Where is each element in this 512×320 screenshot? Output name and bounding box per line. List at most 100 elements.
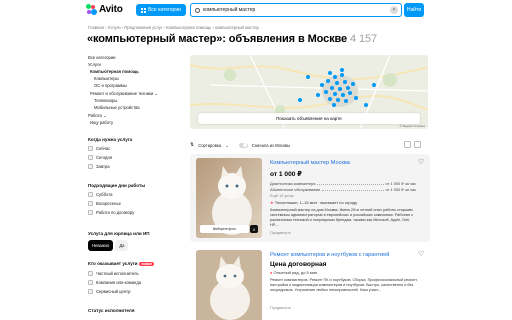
- map-copyright: © Яндекс Условия: [399, 124, 425, 128]
- rating-star-icon: ★: [270, 200, 274, 205]
- checkbox-saturday[interactable]: [88, 192, 93, 197]
- chevron-down-icon: ⌄: [103, 113, 107, 118]
- legal-option-yes[interactable]: Да: [115, 240, 129, 251]
- page-title-text: «компьютерный мастер»: объявления в Моск…: [87, 33, 348, 45]
- checkbox-tomorrow[interactable]: [88, 164, 93, 169]
- category-repair-label: Ремонт и обслуживание техники: [90, 91, 154, 96]
- listing-photo[interactable]: [196, 250, 262, 320]
- rating-star-icon: ●: [270, 270, 273, 275]
- checkbox-tomorrow-label: Завтра: [96, 164, 110, 169]
- provider-title-text: Кто оказывает услуги: [88, 261, 138, 266]
- grid-view-icon[interactable]: [414, 141, 421, 148]
- promoted-label: Продвинуто: [270, 231, 292, 235]
- page-title: «компьютерный мастер»: объявления в Моск…: [87, 33, 377, 45]
- category-work[interactable]: Работа ⌄: [88, 113, 107, 118]
- category-services[interactable]: Услуги: [88, 62, 101, 67]
- category-all[interactable]: Все категории: [88, 55, 116, 60]
- checkbox-company-label: Компания или команда: [96, 280, 142, 285]
- clear-icon[interactable]: ×: [390, 6, 398, 14]
- header: Avito Все категории компьютерный мастер …: [0, 0, 512, 20]
- search-input[interactable]: компьютерный мастер ×: [190, 3, 402, 17]
- moscow-first-label: Сначала из Москвы: [251, 142, 291, 148]
- checkbox-private[interactable]: [88, 271, 93, 276]
- listing-photo[interactable]: Выберите фото X: [196, 158, 262, 238]
- checkbox-service-center-label: Сервисный центр: [96, 289, 131, 294]
- checkbox-contract[interactable]: [88, 210, 93, 215]
- legal-option-any[interactable]: Неважно: [88, 240, 114, 251]
- listing-description: Ремонт компьютеров. Ремонт ПК и ноутбуко…: [270, 278, 418, 292]
- work-days-title: Подходящие дни работы: [88, 183, 146, 188]
- checkbox-company[interactable]: [88, 280, 93, 285]
- search-icon: [195, 7, 200, 13]
- avito-logo[interactable]: Avito: [86, 4, 123, 15]
- checkbox-sunday[interactable]: [88, 201, 93, 206]
- category-computer-help[interactable]: Компьютерная помощь: [90, 69, 139, 74]
- breadcrumb[interactable]: Главная › Услуги › Предложения услуг › К…: [88, 25, 259, 30]
- category-mobile[interactable]: Мобильные устройства: [94, 105, 140, 110]
- more-services-link[interactable]: Ещё 15 услуг: [270, 193, 294, 198]
- category-repair[interactable]: Ремонт и обслуживание техники ⌄: [90, 91, 158, 96]
- photo-overlay: Выберите фото X: [200, 225, 258, 233]
- sort-dropdown[interactable]: Сортировка: [198, 143, 221, 148]
- seller-text: Опытный ряд, до 5 мин.: [273, 270, 319, 275]
- listing-description: Компьютерный мастер на дом Москва. Имею …: [270, 208, 414, 227]
- moscow-first-toggle[interactable]: [238, 142, 248, 148]
- search-value: компьютерный мастер: [203, 7, 256, 13]
- map-preview[interactable]: Показать объявления на карте © Яндекс Ус…: [190, 55, 428, 129]
- sort-bar: ⇅ Сортировка ⌄ Сначала из Москвы: [190, 142, 290, 148]
- checkbox-sunday-label: Воскресенье: [96, 201, 121, 206]
- legal-segmented-control: Неважно Да: [88, 240, 129, 251]
- favorite-heart-icon[interactable]: ♡: [418, 158, 424, 166]
- status-title: Статус исполнителя: [88, 308, 135, 313]
- category-tv[interactable]: Телевизоры: [94, 98, 117, 103]
- checkbox-now[interactable]: [88, 146, 93, 151]
- checkbox-today[interactable]: [88, 155, 93, 160]
- listing-title[interactable]: Компьютерный мастер Москва: [270, 160, 350, 166]
- provider-title: Кто оказывает услуги новое: [88, 261, 155, 266]
- service-name: Абонентское обслуживание: [270, 187, 321, 192]
- favorite-heart-icon[interactable]: ♡: [418, 250, 424, 258]
- choose-photo-button[interactable]: Выберите фото: [200, 225, 249, 233]
- list-view-icon[interactable]: [404, 141, 411, 148]
- listing-card[interactable]: Ремонт компьютеров и ноутбуков с гаранти…: [190, 246, 430, 320]
- service-row: Абонентское обслуживание от 1 000 ₽ за ча…: [270, 187, 416, 192]
- checkbox-saturday-label: Суббота: [96, 192, 113, 197]
- checkbox-now-label: Сейчас: [96, 146, 111, 151]
- category-job-search[interactable]: Ищу работу: [90, 120, 113, 125]
- grid-icon: [141, 7, 147, 13]
- chevron-down-icon: ⌄: [225, 142, 229, 148]
- seller-info: ★ Тесселяшин, 1–15 мин · выезжает по гор…: [270, 200, 357, 205]
- category-os-software[interactable]: ОС и программы: [94, 83, 127, 88]
- results-count: 4 157: [350, 33, 378, 45]
- logo-text: Avito: [99, 4, 123, 15]
- category-computers[interactable]: Компьютеры: [94, 76, 119, 81]
- service-price: от 1 000 ₽ за час: [385, 187, 416, 192]
- view-switcher: [404, 141, 421, 148]
- seller-text: Тесселяшин, 1–15 мин · выезжает по город…: [274, 200, 358, 205]
- close-icon[interactable]: X: [250, 225, 258, 233]
- checkbox-today-label: Сегодня: [96, 155, 113, 160]
- listing-price: Цена договорная: [270, 261, 327, 268]
- service-row: Диагностика компьютера от 1 000 ₽ за час: [270, 181, 416, 186]
- category-work-label: Работа: [88, 113, 102, 118]
- seller-info: ● Опытный ряд, до 5 мин.: [270, 270, 318, 275]
- listing-card[interactable]: Выберите фото X Компьютерный мастер Моск…: [190, 154, 430, 242]
- listing-title[interactable]: Ремонт компьютеров и ноутбуков с гаранти…: [270, 252, 389, 258]
- listing-price: от 1 000 ₽: [270, 171, 302, 178]
- sort-icon: ⇅: [190, 142, 195, 148]
- checkbox-service-center[interactable]: [88, 289, 93, 294]
- new-badge: новое: [139, 261, 155, 266]
- service-name: Диагностика компьютера: [270, 181, 316, 186]
- legal-title: Услуга для юрлица или ИП: [88, 231, 150, 236]
- chevron-down-icon: ⌄: [154, 91, 158, 96]
- cat-photo: [196, 250, 262, 320]
- find-button[interactable]: Найти: [404, 3, 424, 17]
- service-price: от 1 000 ₽ за час: [385, 181, 416, 186]
- all-categories-label: Все категории: [148, 7, 181, 13]
- checkbox-private-label: Частный исполнитель: [96, 271, 139, 276]
- all-categories-button[interactable]: Все категории: [136, 4, 186, 16]
- logo-icon: [86, 4, 97, 15]
- checkbox-contract-label: Работа по договору: [96, 210, 135, 215]
- promoted-label: Продвинуто: [270, 306, 292, 310]
- show-on-map-button[interactable]: Показать объявления на карте: [198, 113, 420, 124]
